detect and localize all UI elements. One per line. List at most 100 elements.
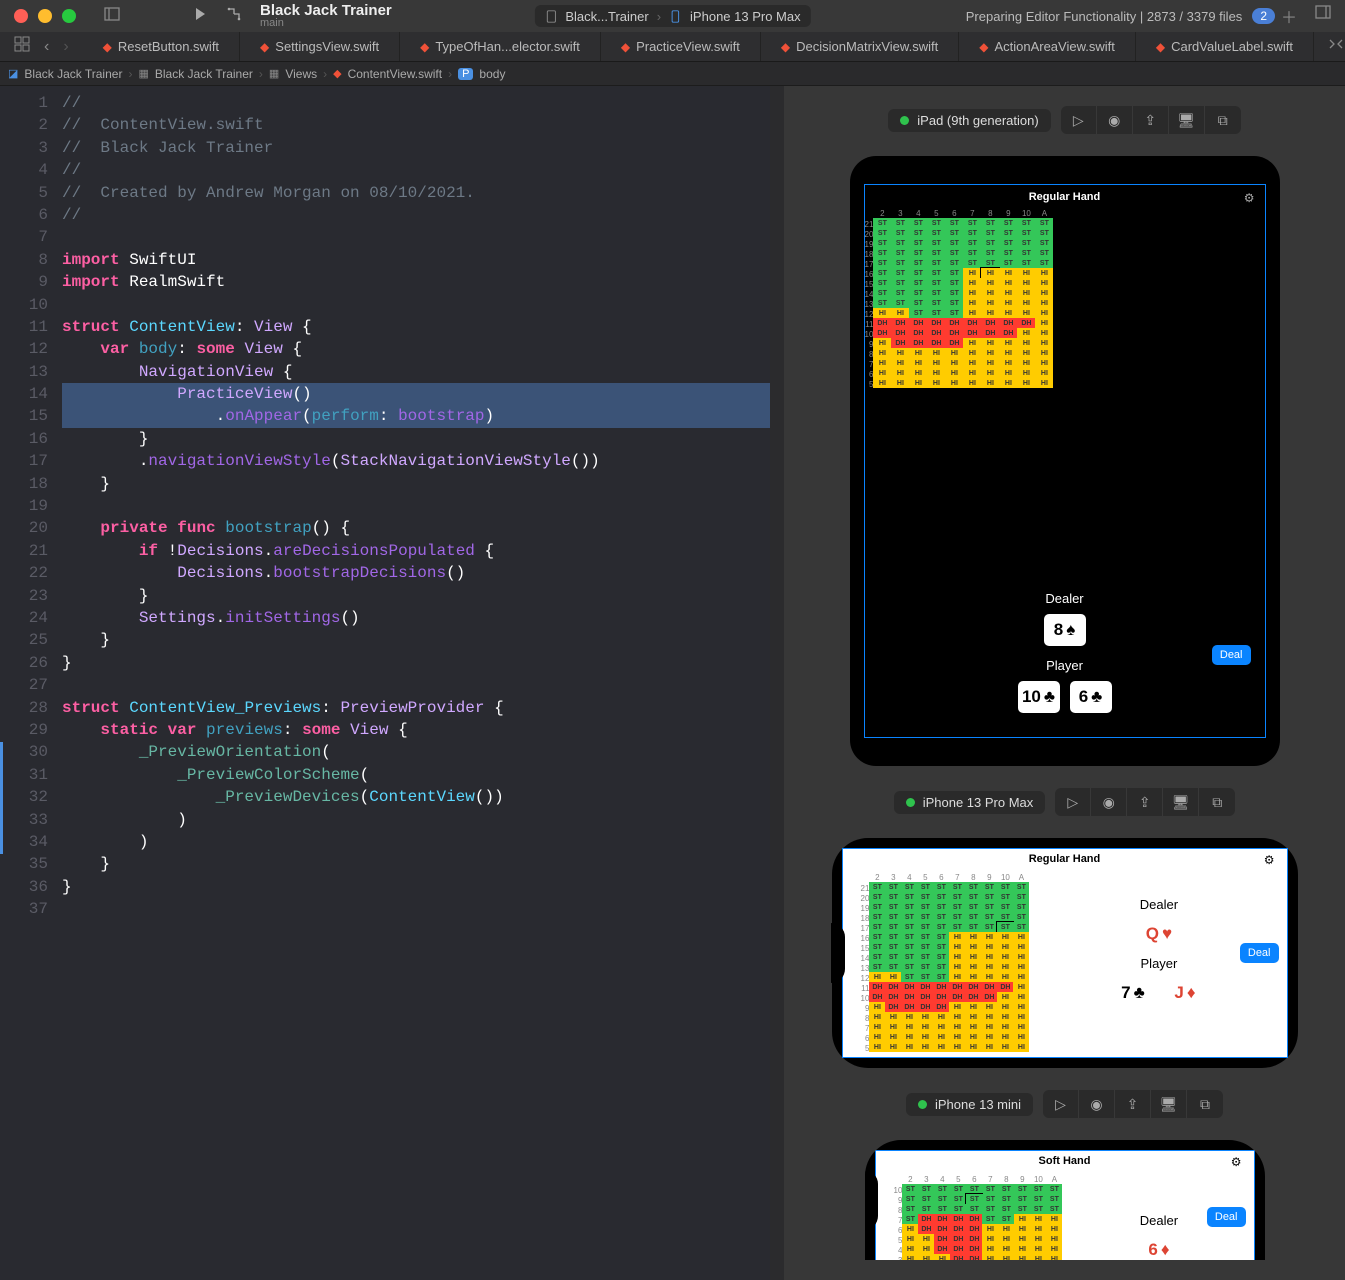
player-cards: 10♣ 6♣ — [1018, 681, 1112, 713]
target-device-label: iPhone 13 Pro Max — [690, 9, 801, 24]
dealer-label: Dealer — [1140, 1213, 1178, 1228]
iphone-max-frame: Regular Hand ⚙ 2120191817161514131211109… — [832, 838, 1298, 1068]
change-bar — [0, 742, 3, 854]
playing-card: 10♣ — [1018, 681, 1060, 713]
preview-play-button[interactable]: ▷ — [1043, 1090, 1079, 1118]
file-tab[interactable]: ◆PracticeView.swift — [601, 32, 761, 61]
screen-title: Regular Hand — [843, 853, 1287, 865]
deal-button[interactable]: Deal — [1212, 645, 1251, 665]
crumb-2[interactable]: Views — [285, 67, 317, 81]
preview-pin-button[interactable]: ⇪ — [1127, 788, 1163, 816]
gear-icon[interactable]: ⚙ — [1231, 1155, 1242, 1169]
swift-file-icon: ◆ — [781, 40, 790, 54]
breadcrumb[interactable]: ◪ Black Jack Trainer› ▦ Black Jack Train… — [0, 62, 1345, 86]
toggle-navigator-button[interactable] — [104, 6, 120, 27]
preview-live-button[interactable]: ◉ — [1091, 788, 1127, 816]
player-label: Player — [1046, 658, 1083, 673]
code-area[interactable]: //// ContentView.swift// Black Jack Trai… — [58, 86, 770, 1280]
chevron-right-icon: › — [657, 9, 661, 24]
preview-display-button[interactable]: 🖥 — [1163, 788, 1199, 816]
activity-progress: Preparing Editor Functionality | 2873 / … — [966, 8, 1275, 24]
nav-forward-button[interactable]: › — [63, 38, 68, 56]
preview-pin-button[interactable]: ⇪ — [1133, 106, 1169, 134]
crumb-0[interactable]: Black Jack Trainer — [24, 67, 122, 81]
swiftui-preview-canvas: iPad (9th generation) ▷◉⇪🖥⧉ Regular Hand… — [784, 86, 1345, 1280]
tab-label: ResetButton.swift — [118, 39, 219, 54]
file-tab[interactable]: ◆ CardValueLabel.swift — [1136, 32, 1314, 61]
status-dot-icon — [906, 798, 915, 807]
minimize-window-button[interactable] — [38, 9, 52, 23]
preview-live-button[interactable]: ◉ — [1079, 1090, 1115, 1118]
device-toolbar-iphone-max: iPhone 13 Pro Max ▷◉⇪🖥⧉ — [894, 788, 1236, 816]
screen-title: Regular Hand — [865, 185, 1265, 209]
scheme-selector[interactable]: Black Jack Trainer main — [260, 3, 392, 29]
code-editor[interactable]: 1234567891011121314151617181920212223242… — [0, 86, 770, 1280]
ipad-screen[interactable]: Regular Hand ⚙ 2120191817161514131211109… — [864, 184, 1266, 738]
deal-button[interactable]: Deal — [1207, 1207, 1246, 1227]
scheme-name: Black Jack Trainer — [260, 3, 392, 18]
tabbar-left-controls: ‹ › — [0, 32, 83, 61]
tab-label: CardValueLabel.swift — [1171, 39, 1293, 54]
close-window-button[interactable] — [14, 9, 28, 23]
run-controls — [192, 6, 242, 27]
player-cards: 7♣J♦ — [1112, 977, 1206, 1009]
device-name-label: iPhone 13 Pro Max — [923, 795, 1034, 810]
file-tab[interactable]: ◆TypeOfHan...elector.swift — [400, 32, 601, 61]
preview-controls-iphone-mini: ▷◉⇪🖥⧉ — [1043, 1090, 1223, 1118]
dealer-label: Dealer — [1140, 897, 1178, 912]
crumb-1[interactable]: Black Jack Trainer — [155, 67, 253, 81]
nav-back-button[interactable]: ‹ — [44, 38, 49, 56]
preview-play-button[interactable]: ▷ — [1061, 106, 1097, 134]
swift-file-icon: ◆ — [333, 67, 341, 80]
preview-play-button[interactable]: ▷ — [1055, 788, 1091, 816]
run-destination-selector[interactable]: Black...Trainer › iPhone 13 Pro Max — [534, 5, 810, 27]
swift-file-icon: ◆ — [260, 40, 269, 54]
device-selector-ipad[interactable]: iPad (9th generation) — [888, 109, 1050, 132]
playing-card: 6♣ — [1070, 681, 1112, 713]
dealer-label: Dealer — [1045, 591, 1083, 606]
file-tab[interactable]: ◆ActionAreaView.swift — [959, 32, 1136, 61]
run-button[interactable] — [192, 6, 208, 27]
window-controls — [14, 9, 76, 23]
notch — [831, 923, 845, 983]
notch — [865, 1170, 878, 1230]
preview-live-button[interactable]: ◉ — [1097, 106, 1133, 134]
iphone-max-screen[interactable]: Regular Hand ⚙ 2120191817161514131211109… — [842, 848, 1288, 1058]
dealer-area: Dealer 8♠ — [865, 591, 1265, 646]
editor-scrollbar[interactable] — [770, 86, 784, 1280]
add-button[interactable]: ＋ — [1281, 4, 1297, 28]
playing-card: 6♦ — [1138, 1234, 1180, 1260]
file-tab[interactable]: ◆ResetButton.swift — [83, 32, 240, 61]
select-scheme-icon[interactable] — [226, 6, 242, 27]
gear-icon[interactable]: ⚙ — [1244, 191, 1255, 205]
progress-badge[interactable]: 2 — [1252, 8, 1275, 24]
device-selector-iphone-mini[interactable]: iPhone 13 mini — [906, 1093, 1033, 1116]
gear-icon[interactable]: ⚙ — [1264, 853, 1275, 867]
file-tab[interactable]: ◆SettingsView.swift — [240, 32, 400, 61]
status-dot-icon — [918, 1100, 927, 1109]
toggle-review-button[interactable] — [1328, 36, 1344, 57]
device-selector-iphone-max[interactable]: iPhone 13 Pro Max — [894, 791, 1046, 814]
preview-display-button[interactable]: 🖥 — [1169, 106, 1205, 134]
file-tab[interactable]: ◆DecisionMatrixView.swift — [761, 32, 959, 61]
swift-file-icon: ◆ — [1156, 40, 1165, 54]
decision-matrix-ipad: 212019181716151413121110987652345678910A… — [865, 209, 1265, 410]
crumb-3[interactable]: ContentView.swift — [348, 67, 443, 81]
tab-label: TypeOfHan...elector.swift — [435, 39, 580, 54]
preview-pin-button[interactable]: ⇪ — [1115, 1090, 1151, 1118]
iphone-mini-screen[interactable]: Soft Hand ⚙ 10987654322345678910ASTSTSTS… — [875, 1150, 1255, 1260]
related-items-button[interactable] — [14, 36, 30, 57]
preview-display-button[interactable]: 🖥 — [1151, 1090, 1187, 1118]
device-name-label: iPhone 13 mini — [935, 1097, 1021, 1112]
preview-copy-button[interactable]: ⧉ — [1187, 1090, 1223, 1118]
toggle-inspector-button[interactable] — [1315, 4, 1331, 28]
zoom-window-button[interactable] — [62, 9, 76, 23]
property-icon: P — [458, 68, 473, 80]
crumb-4[interactable]: body — [479, 67, 505, 81]
tab-label: ActionAreaView.swift — [994, 39, 1114, 54]
deal-button[interactable]: Deal — [1240, 943, 1279, 963]
decision-matrix-iphone-mini: 10987654322345678910ASTSTSTSTSTSTSTSTSTS… — [894, 1175, 1063, 1260]
main-area: 1234567891011121314151617181920212223242… — [0, 86, 1345, 1280]
preview-copy-button[interactable]: ⧉ — [1205, 106, 1241, 134]
preview-copy-button[interactable]: ⧉ — [1199, 788, 1235, 816]
